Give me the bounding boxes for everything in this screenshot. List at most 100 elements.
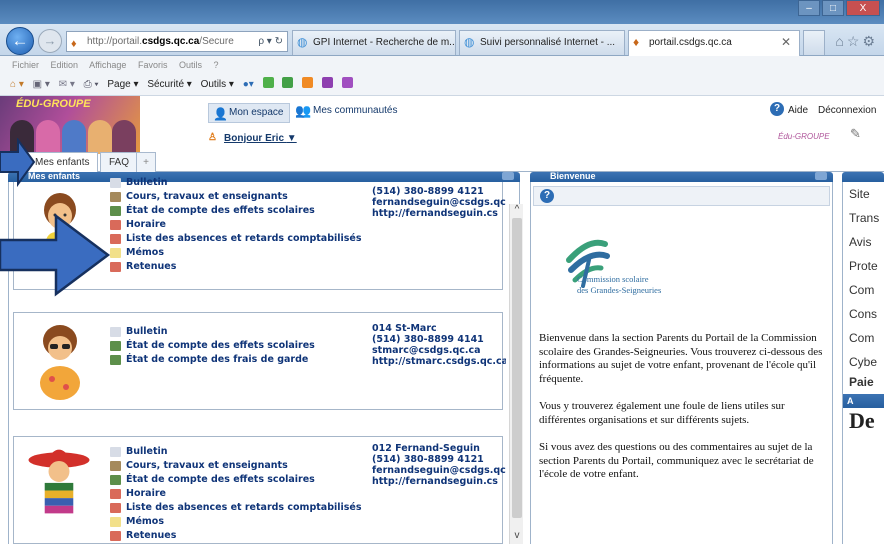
link-cours-travaux[interactable]: Cours, travaux et enseignants (110, 459, 362, 473)
mon-espace-button[interactable]: 👤 Mon espace (208, 103, 291, 123)
tab-faq[interactable]: FAQ (100, 152, 139, 172)
home-icon[interactable]: ⌂ ▾ (10, 79, 24, 90)
school-phone: (514) 380-8899 4121 (372, 186, 484, 197)
securite-menu[interactable]: Sécurité ▾ (147, 79, 191, 90)
link-horaire[interactable]: Horaire (110, 218, 362, 232)
address-bar[interactable]: ♦ http://portail.csdgs.qc.ca/Secure ρ ▾ … (66, 31, 288, 52)
side-link[interactable]: Prote (843, 254, 884, 278)
link-bulletin[interactable]: Bulletin (110, 445, 362, 459)
link-retenues[interactable]: Retenues (110, 260, 362, 274)
side-link[interactable]: Site (843, 182, 884, 206)
favorites-star-icon[interactable]: ☆ (847, 33, 863, 49)
menu-edition[interactable]: Edition (51, 60, 79, 70)
school-email[interactable]: fernandseguin@csdgs.qc (372, 197, 506, 208)
side-link[interactable]: Com (843, 278, 884, 302)
mon-espace-label: Mon espace (229, 107, 284, 118)
edit-icon[interactable]: ✎ (850, 126, 861, 142)
help-icon[interactable]: ●▾ (243, 79, 254, 90)
link-cours-travaux[interactable]: Cours, travaux et enseignants (110, 190, 362, 204)
link-absences[interactable]: Liste des absences et retards comptabili… (110, 232, 362, 246)
close-tab-icon[interactable]: ✕ (781, 31, 791, 54)
print-icon[interactable]: ⎙ ▾ (84, 79, 99, 90)
site-favicon-icon: ♦ (633, 35, 640, 49)
side-link[interactable]: Cybe (843, 350, 884, 374)
onenote-icon[interactable] (341, 77, 353, 88)
side-link[interactable]: Trans (843, 206, 884, 230)
back-button[interactable]: ← (6, 27, 34, 55)
minimize-button[interactable]: – (798, 0, 820, 16)
menu-help[interactable]: ? (214, 60, 219, 70)
teacher-icon (110, 192, 121, 202)
menu-affichage[interactable]: Affichage (89, 60, 126, 70)
browser-tab-portail[interactable]: ♦ portail.csdgs.qc.ca ✕ (628, 30, 800, 56)
new-tab-button[interactable] (803, 30, 825, 55)
link-etat-effets[interactable]: État de compte des effets scolaires (110, 473, 362, 487)
side-panel-logo: De (849, 408, 875, 433)
person-icon: 👤 (213, 107, 228, 121)
cssgs-name: Commission scolaire des Grandes-Seigneur… (577, 274, 661, 296)
aide-label: Aide (788, 105, 809, 116)
school-email[interactable]: stmarc@csdgs.qc.ca (372, 345, 506, 356)
deconnexion-link[interactable]: Déconnexion (818, 105, 876, 116)
link-etat-effets[interactable]: État de compte des effets scolaires (110, 339, 315, 353)
page-menu[interactable]: Page ▾ (107, 79, 138, 90)
menu-favoris[interactable]: Favoris (138, 60, 168, 70)
user-menu[interactable]: ♙ Bonjour Eric ▼ (208, 132, 297, 144)
home-icon[interactable]: ⌂ (835, 33, 846, 49)
close-window-button[interactable]: X (846, 0, 880, 16)
mes-communautes-link[interactable]: 👥 Mes communautés (293, 103, 397, 118)
link-absences[interactable]: Liste des absences et retards comptabili… (110, 501, 362, 515)
side-link[interactable]: Cons (843, 302, 884, 326)
outils-menu[interactable]: Outils ▾ (201, 79, 234, 90)
side-link[interactable]: Paie (843, 374, 884, 390)
link-bulletin[interactable]: Bulletin (110, 176, 362, 190)
school-website[interactable]: http://fernandseguin.cs (372, 208, 506, 219)
scroll-up-icon[interactable]: ^ (510, 204, 524, 216)
help-icon[interactable]: ? (540, 189, 554, 203)
children-scrollbar[interactable]: ^ v (509, 204, 523, 544)
link-horaire[interactable]: Horaire (110, 487, 362, 501)
school-website[interactable]: http://stmarc.csdgs.qc.ca (372, 356, 506, 367)
link-memos[interactable]: Mémos (110, 246, 362, 260)
bulletin-icon (110, 327, 121, 337)
onenote-icon[interactable] (321, 77, 333, 88)
link-etat-effets[interactable]: État de compte des effets scolaires (110, 204, 362, 218)
side-link[interactable]: Avis (843, 230, 884, 254)
school-website[interactable]: http://fernandseguin.cs (372, 476, 506, 487)
browser-tab-suivi[interactable]: ◍ Suivi personnalisé Internet - ... (459, 30, 625, 55)
link-retenues[interactable]: Retenues (110, 529, 362, 543)
link-etat-garde[interactable]: État de compte des frais de garde (110, 353, 315, 367)
mail-icon[interactable]: ✉ ▾ (59, 79, 75, 90)
menu-outils[interactable]: Outils (179, 60, 202, 70)
ie-page-icon: ◍ (464, 35, 475, 49)
check-icon[interactable] (262, 77, 274, 88)
panel-toolbar: ? (533, 186, 830, 206)
aide-link[interactable]: ? Aide (770, 102, 809, 116)
address-tools[interactable]: ρ ▾ ↻ (258, 32, 283, 51)
add-tab-button[interactable]: + (136, 152, 156, 172)
panel-collapse-button[interactable] (815, 172, 827, 180)
scroll-down-icon[interactable]: v (510, 530, 524, 544)
school-email[interactable]: fernandseguin@csdgs.qc (372, 465, 506, 476)
address-prefix: http://portail. (87, 36, 143, 47)
browser-tab-gpi[interactable]: ◍ GPI Internet - Recherche de m... (292, 30, 456, 55)
calendar-icon (110, 531, 121, 541)
settings-gear-icon[interactable]: ⚙ (862, 33, 878, 49)
tab-mes-enfants[interactable]: Mes enfants (26, 152, 99, 172)
maximize-button[interactable]: □ (822, 0, 844, 16)
menu-fichier[interactable]: Fichier (12, 60, 39, 70)
link-label: Bulletin (126, 446, 168, 457)
side-link[interactable]: Com (843, 326, 884, 350)
green-doc-icon[interactable] (282, 77, 294, 88)
cssgs-name-line: des Grandes-Seigneuries (577, 285, 662, 295)
banner-kid-figure (36, 120, 60, 154)
feeds-icon[interactable]: ▣ ▾ (33, 79, 50, 90)
scroll-thumb[interactable] (512, 218, 522, 518)
link-bulletin[interactable]: Bulletin (110, 325, 315, 339)
dropdown-arrow-icon: ▼ (286, 133, 297, 144)
link-memos[interactable]: Mémos (110, 515, 362, 529)
address-domain: csdgs.qc.ca (142, 36, 200, 47)
panel-collapse-button[interactable] (502, 172, 514, 180)
forward-button[interactable]: → (38, 29, 62, 53)
orange-doc-icon[interactable] (302, 77, 314, 88)
